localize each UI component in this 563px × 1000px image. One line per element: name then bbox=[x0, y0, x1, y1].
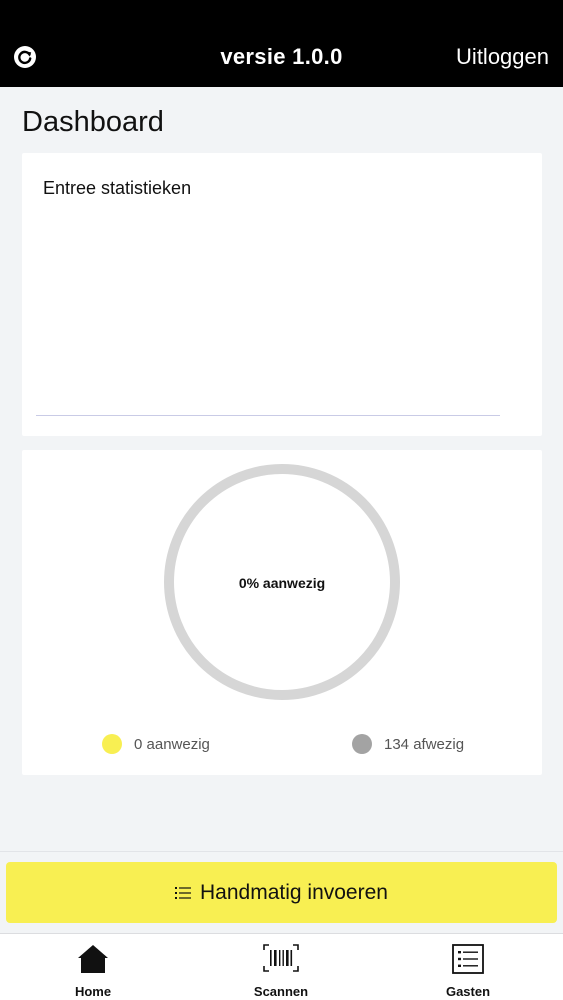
absent-count: 134 afwezig bbox=[384, 735, 465, 753]
entry-statistics-card: Entree statistieken bbox=[22, 153, 542, 436]
attendance-percentage: 0% aanwezig bbox=[238, 575, 326, 591]
home-icon bbox=[78, 945, 108, 973]
attendance-card: 0% aanwezig 0 aanwezig 134 afwezig bbox=[22, 450, 542, 775]
present-color-dot bbox=[102, 734, 122, 754]
attendance-ring-chart: 0% aanwezig bbox=[162, 462, 402, 702]
tab-guests[interactable]: Gasten bbox=[398, 934, 538, 1000]
manual-entry-button[interactable]: Handmatig invoeren bbox=[6, 862, 557, 923]
legend-present: 0 aanwezig bbox=[102, 734, 210, 754]
tab-home[interactable]: Home bbox=[23, 934, 163, 1000]
card-title: Entree statistieken bbox=[43, 178, 192, 198]
bottom-tab-bar: Home Scannen Gasten bbox=[0, 933, 563, 1000]
manual-entry-label: Handmatig invoeren bbox=[200, 880, 388, 904]
page-title: Dashboard bbox=[22, 106, 164, 138]
barcode-icon bbox=[263, 944, 299, 972]
tab-scan[interactable]: Scannen bbox=[211, 934, 351, 1000]
logout-button[interactable]: Uitloggen bbox=[456, 44, 549, 70]
present-count: 0 aanwezig bbox=[134, 735, 210, 753]
divider bbox=[0, 851, 563, 852]
chart-baseline bbox=[36, 415, 500, 416]
tab-guests-label: Gasten bbox=[445, 984, 491, 999]
legend-absent: 134 afwezig bbox=[352, 734, 464, 754]
absent-color-dot bbox=[352, 734, 372, 754]
guest-list-icon bbox=[452, 944, 484, 974]
list-icon bbox=[175, 886, 192, 899]
tab-scan-label: Scannen bbox=[253, 984, 309, 999]
top-bar: versie 1.0.0 Uitloggen bbox=[0, 0, 563, 87]
tab-home-label: Home bbox=[74, 984, 112, 999]
